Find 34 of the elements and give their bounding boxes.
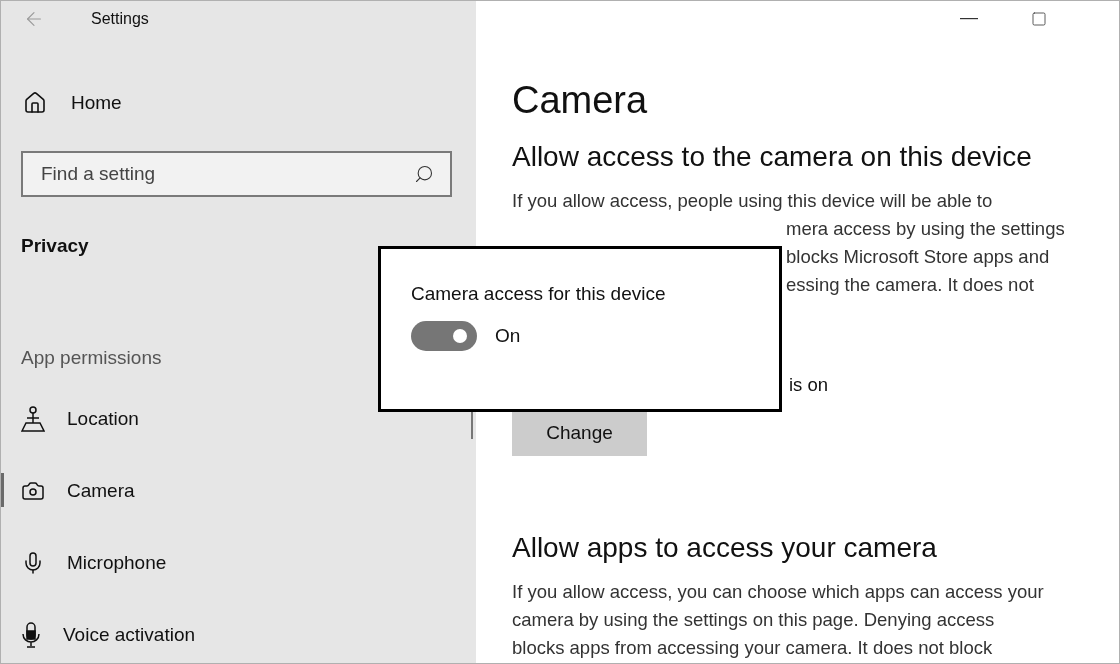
maximize-icon <box>1031 11 1047 27</box>
nav-item[interactable]: Location <box>1 401 476 437</box>
nav-item[interactable]: Microphone <box>1 545 476 581</box>
page-title: Camera <box>512 78 649 123</box>
toggle-label: Camera access for this device <box>411 283 666 305</box>
description-text: blocks apps from accessing your camera. It does not block <box>512 636 993 660</box>
microphone-icon <box>21 622 41 648</box>
home-link[interactable]: Home <box>1 85 476 121</box>
nav-item[interactable]: Camera <box>1 473 476 509</box>
change-button[interactable]: Change <box>512 410 647 456</box>
toggle-switch[interactable] <box>411 321 477 351</box>
section-title: Privacy <box>21 235 89 257</box>
search-field[interactable]: Find a setting <box>21 151 452 197</box>
window-title: Settings <box>91 10 149 28</box>
scrollbar[interactable] <box>471 409 473 439</box>
description-text: mera access by using the settings <box>786 217 1065 241</box>
search-input[interactable]: Find a setting <box>39 162 414 186</box>
section-heading: Allow access to the camera on this device <box>512 140 1033 174</box>
description-text: If you allow access, you can choose which apps can access your <box>512 580 1044 604</box>
section-heading: Allow apps to access your camera <box>512 531 938 565</box>
home-label: Home <box>71 92 122 114</box>
toggle-state: On <box>495 325 521 347</box>
home-icon <box>23 91 47 115</box>
camera-icon <box>21 479 45 503</box>
minimize-icon <box>960 18 978 20</box>
description-text: camera by using the settings on this page. Denying access <box>512 608 995 632</box>
status-text: is on <box>789 373 829 397</box>
group-title: App permissions <box>21 347 162 369</box>
nav-item[interactable]: Voice activation <box>1 617 476 653</box>
location-icon <box>21 406 45 432</box>
description-text: If you allow access, people using this device will be able to <box>512 189 993 213</box>
description-text: essing the camera. It does not <box>786 273 1034 297</box>
description-text: blocks Microsoft Store apps and <box>786 245 1050 269</box>
search-icon <box>414 164 434 184</box>
